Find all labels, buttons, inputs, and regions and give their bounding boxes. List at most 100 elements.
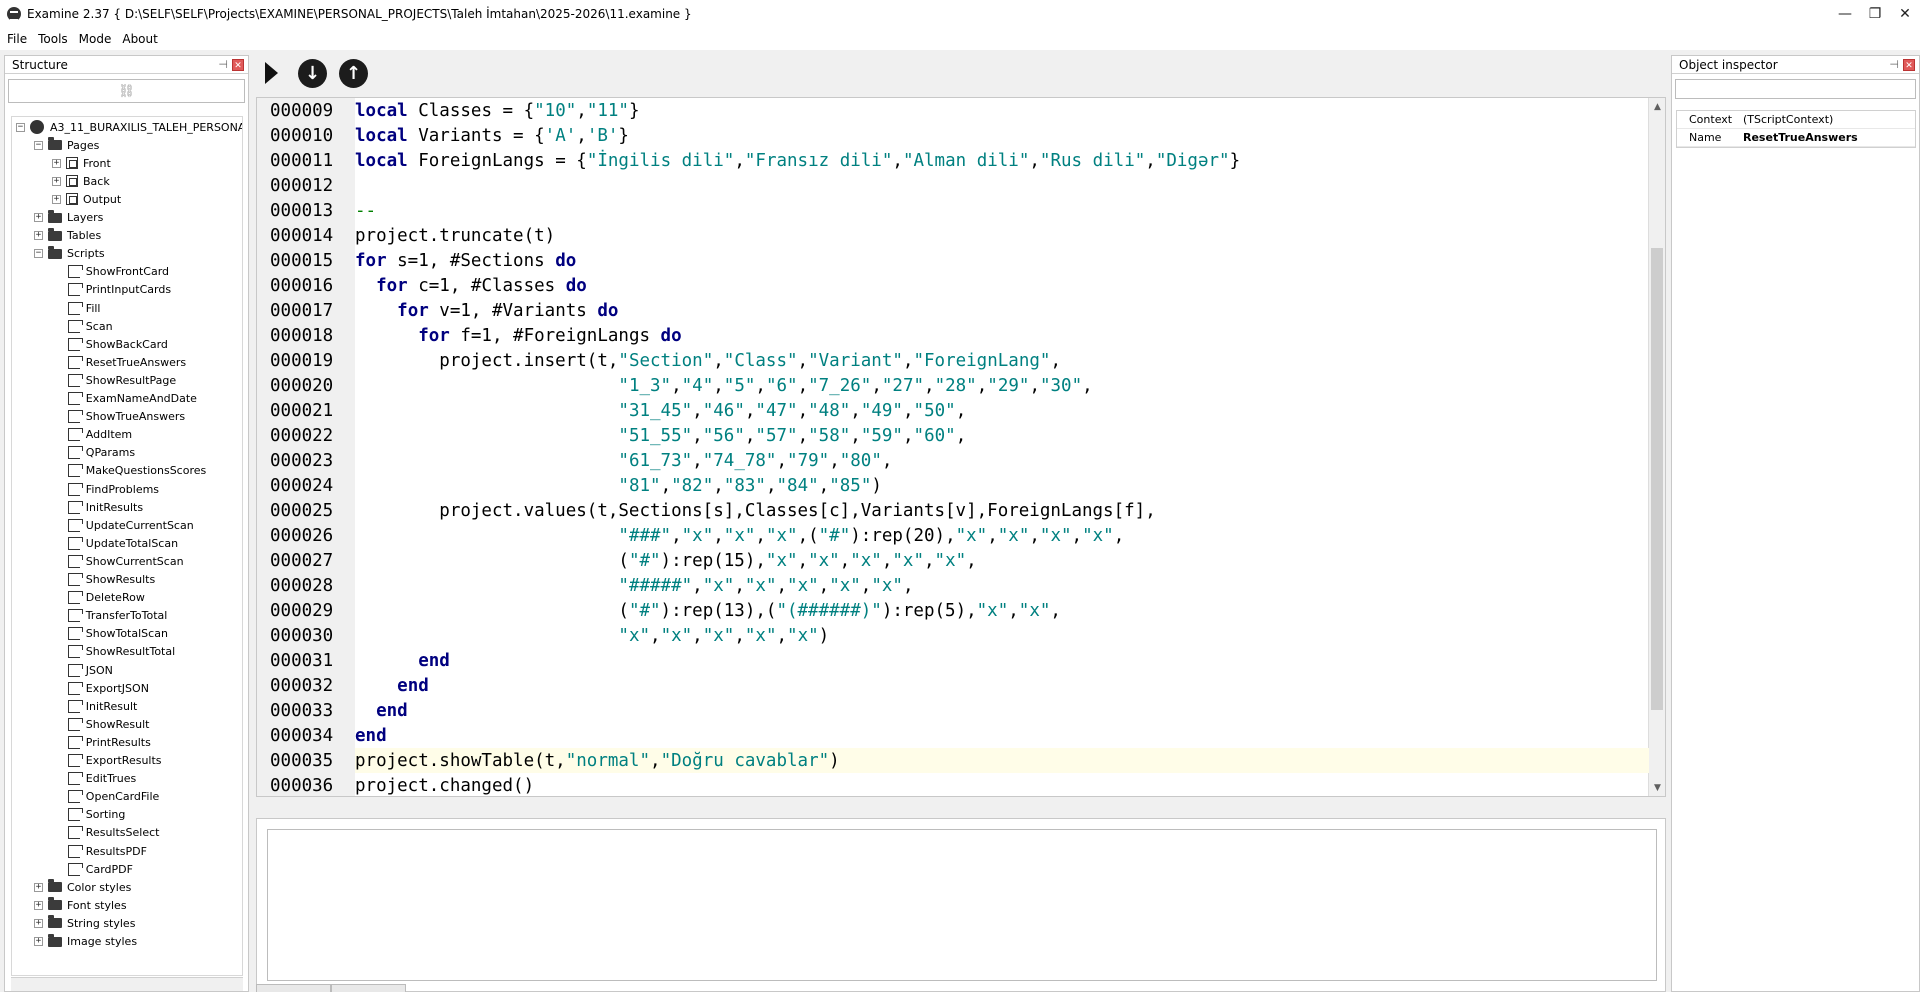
expand-icon[interactable]: + [52, 176, 61, 186]
expand-icon[interactable]: + [34, 231, 43, 241]
code-line[interactable]: 000014 project.truncate(t) [257, 223, 1649, 248]
tree-item-script[interactable]: Sorting [54, 806, 125, 824]
scroll-down-icon[interactable]: ▼ [1649, 779, 1665, 796]
expand-icon[interactable]: + [34, 213, 43, 222]
collapse-icon[interactable]: − [34, 249, 43, 259]
arrow-down-icon[interactable]: ↓ [298, 58, 327, 88]
close-button[interactable]: ✕ [1890, 0, 1920, 28]
tree-root[interactable]: − A3_11_BURAXILIS_TALEH_PERSONAL [16, 118, 242, 136]
code-line[interactable]: 000033 end [257, 698, 1649, 723]
tree-item-script[interactable]: ResultsSelect [54, 824, 159, 842]
tree-item-script[interactable]: ResultsPDF [54, 842, 147, 860]
code-line[interactable]: 000012 [257, 173, 1649, 198]
menu-mode[interactable]: Mode [79, 32, 112, 46]
code-line[interactable]: 000030 "x","x","x","x","x") [257, 623, 1649, 648]
tree-item-script[interactable]: ShowResults [54, 571, 155, 589]
tree-folder-layers[interactable]: + Layers [34, 209, 103, 227]
code-editor[interactable]: ▲ ▼ 000009 local Classes = {"10","11"} 000… [256, 97, 1666, 797]
restore-button[interactable]: ❐ [1860, 0, 1890, 28]
tree-item-script[interactable]: ShowBackCard [54, 335, 168, 353]
tree-item-script[interactable]: EditTrues [54, 770, 136, 788]
tree-horizontal-scrollbar[interactable] [11, 977, 243, 991]
code-line[interactable]: 000036 project.changed() [257, 773, 1649, 796]
code-line[interactable]: 000025 project.values(t,Sections[s],Clas… [257, 498, 1649, 523]
tree-item-script[interactable]: TransferToTotal [54, 607, 167, 625]
tree-item-script[interactable]: CardPDF [54, 860, 133, 878]
collapse-icon[interactable]: − [34, 140, 43, 150]
tree-folder-scripts[interactable]: − Scripts [34, 245, 105, 263]
tree-item-script[interactable]: ShowTrueAnswers [54, 408, 185, 426]
bottom-tab[interactable] [256, 984, 331, 992]
tree-item-script[interactable]: PrintInputCards [54, 281, 171, 299]
tree-item-page[interactable]: + Back [52, 172, 110, 190]
expand-icon[interactable]: + [34, 937, 43, 946]
bottom-tab[interactable] [331, 984, 406, 992]
expand-icon[interactable]: + [34, 918, 43, 928]
code-line[interactable]: 000032 end [257, 673, 1649, 698]
run-icon[interactable] [265, 62, 278, 84]
tree-folder-tables[interactable]: + Tables [34, 227, 101, 245]
tree-item-script[interactable]: DeleteRow [54, 589, 145, 607]
code-line[interactable]: 000010 local Variants = {'A','B'} [257, 123, 1649, 148]
scroll-thumb[interactable] [1651, 248, 1663, 710]
property-row[interactable]: Context (TScriptContext) [1677, 111, 1915, 129]
tree-item-script[interactable]: AddItem [54, 426, 132, 444]
editor-vertical-scrollbar[interactable]: ▲ ▼ [1648, 98, 1665, 796]
menu-file[interactable]: File [7, 32, 27, 46]
tree-item-script[interactable]: UpdateTotalScan [54, 534, 178, 552]
code-line[interactable]: 000031 end [257, 648, 1649, 673]
tree-item-script[interactable]: ShowResultTotal [54, 643, 175, 661]
tree-item-script[interactable]: QParams [54, 444, 135, 462]
tree-item-page[interactable]: + Output [52, 190, 121, 208]
structure-tree[interactable]: − A3_11_BURAXILIS_TALEH_PERSONAL − Pages + Fr… [11, 116, 243, 976]
code-line[interactable]: 000026 "###","x","x","x",("#"):rep(20),"… [257, 523, 1649, 548]
tree-item-script[interactable]: JSON [54, 661, 113, 679]
tree-item-script[interactable]: OpenCardFile [54, 788, 159, 806]
close-icon[interactable]: ✕ [1903, 58, 1915, 71]
tree-item-script[interactable]: ShowTotalScan [54, 625, 168, 643]
tree-folder-pages[interactable]: − Pages [34, 136, 99, 154]
tree-item-script[interactable]: ShowFrontCard [54, 263, 169, 281]
tree-item-script[interactable]: FindProblems [54, 480, 159, 498]
tree-item-script[interactable]: Fill [54, 299, 101, 317]
menu-about[interactable]: About [122, 32, 157, 46]
code-line[interactable]: 000019 project.insert(t,"Section","Class… [257, 348, 1649, 373]
link-button[interactable]: ⛓ [8, 79, 245, 103]
tree-item-script[interactable]: UpdateCurrentScan [54, 516, 194, 534]
tree-item-script[interactable]: ShowResultPage [54, 371, 176, 389]
code-line[interactable]: 000027 ("#"):rep(15),"x","x","x","x","x"… [257, 548, 1649, 573]
code-line[interactable]: 000028 "#####","x","x","x","x","x", [257, 573, 1649, 598]
code-line[interactable]: 000018 for f=1, #ForeignLangs do [257, 323, 1649, 348]
tree-folder-style[interactable]: + Color styles [34, 878, 131, 896]
pin-icon[interactable]: ⊣ [1889, 58, 1899, 71]
tree-item-page[interactable]: + Front [52, 154, 111, 172]
tree-folder-style[interactable]: + String styles [34, 914, 135, 932]
code-line[interactable]: 000029 ("#"):rep(13),("(######)"):rep(5)… [257, 598, 1649, 623]
minimize-button[interactable]: — [1830, 0, 1860, 28]
tree-item-script[interactable]: InitResult [54, 697, 137, 715]
tree-item-script[interactable]: ResetTrueAnswers [54, 353, 186, 371]
property-row[interactable]: Name ResetTrueAnswers [1677, 129, 1915, 147]
collapse-icon[interactable]: − [16, 122, 25, 132]
code-line[interactable]: 000022 "51_55","56","57","58","59","60", [257, 423, 1649, 448]
code-line[interactable]: 000023 "61_73","74_78","79","80", [257, 448, 1649, 473]
inspector-search-input[interactable] [1675, 79, 1916, 99]
code-line[interactable]: 000009 local Classes = {"10","11"} [257, 98, 1649, 123]
expand-icon[interactable]: + [52, 158, 61, 168]
tree-item-script[interactable]: ShowResult [54, 715, 149, 733]
expand-icon[interactable]: + [34, 900, 43, 910]
code-line[interactable]: 000024 "81","82","83","84","85") [257, 473, 1649, 498]
tree-folder-style[interactable]: + Font styles [34, 896, 127, 914]
expand-icon[interactable]: + [34, 882, 43, 892]
code-line[interactable]: 000035 project.showTable(t,"normal","Doğr… [257, 748, 1649, 773]
scroll-up-icon[interactable]: ▲ [1649, 98, 1665, 115]
tree-item-script[interactable]: MakeQuestionsScores [54, 462, 206, 480]
code-line[interactable]: 000034 end [257, 723, 1649, 748]
menu-tools[interactable]: Tools [38, 32, 68, 46]
tree-item-script[interactable]: ExportResults [54, 752, 162, 770]
tree-item-script[interactable]: ExportJSON [54, 679, 149, 697]
tree-folder-style[interactable]: + Image styles [34, 933, 137, 951]
expand-icon[interactable]: + [52, 194, 61, 204]
tree-item-script[interactable]: InitResults [54, 498, 143, 516]
tree-item-script[interactable]: Scan [54, 317, 113, 335]
